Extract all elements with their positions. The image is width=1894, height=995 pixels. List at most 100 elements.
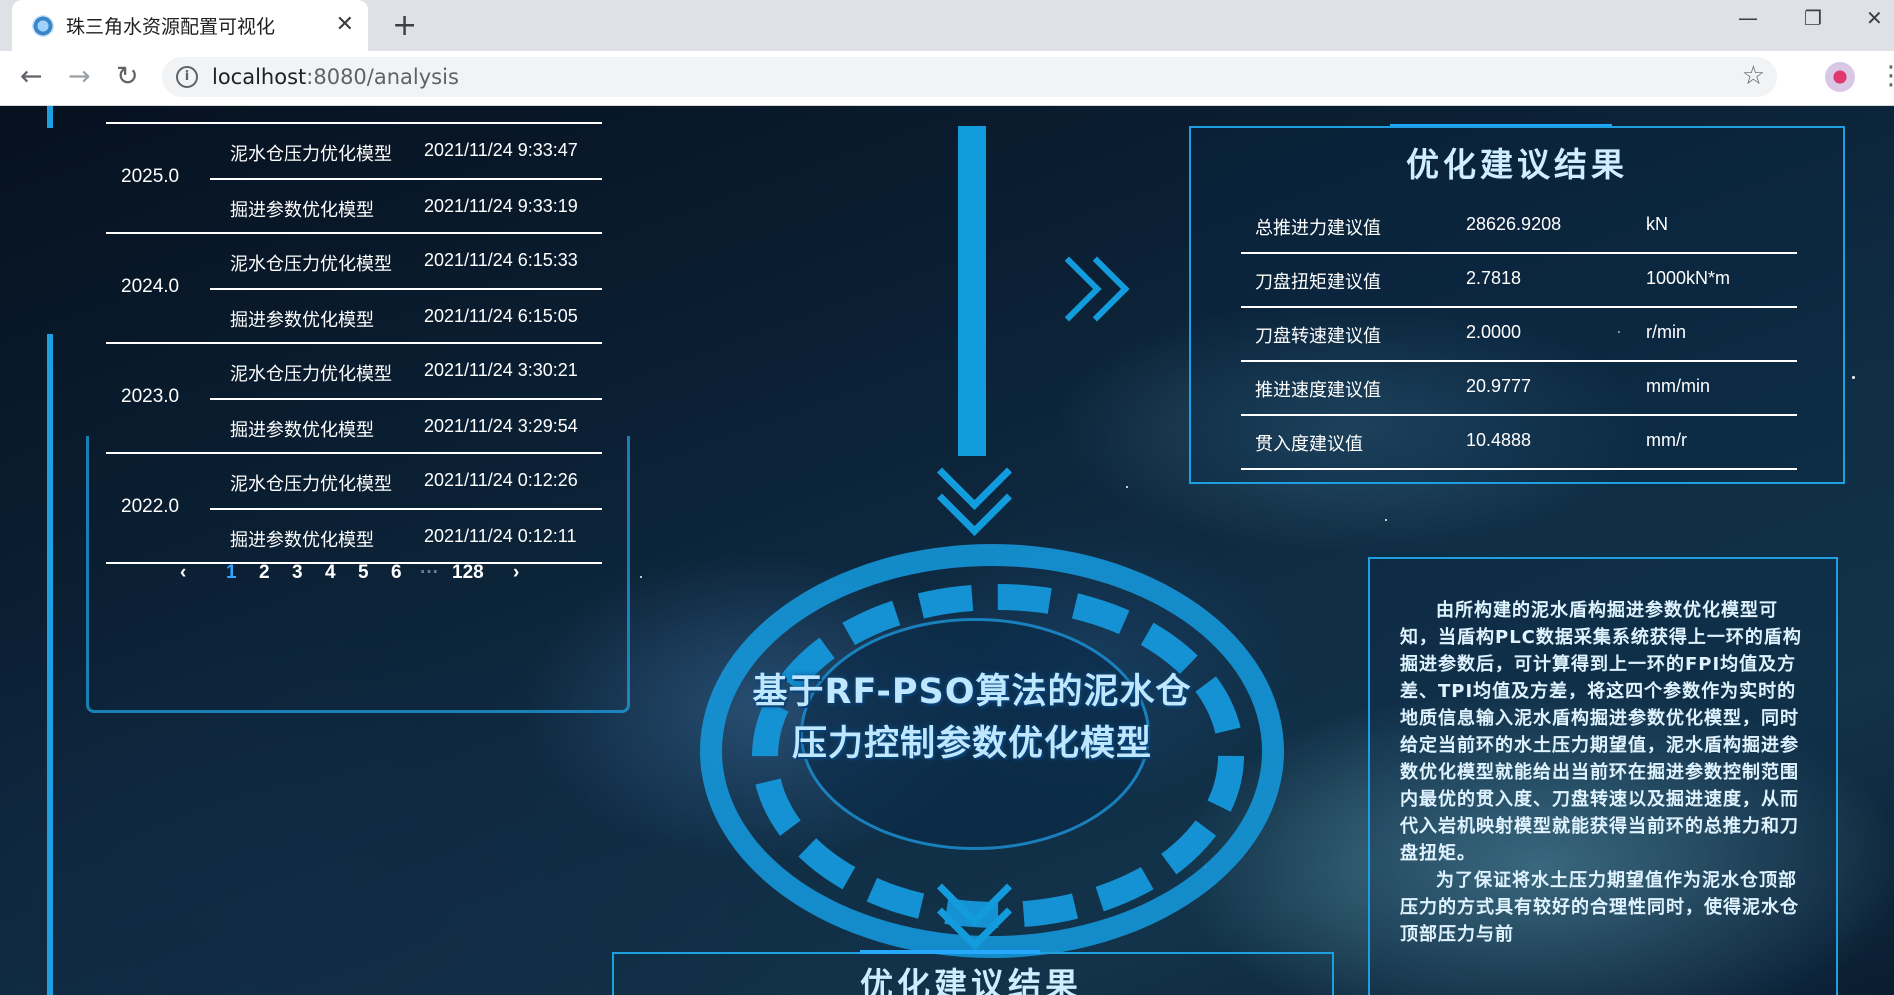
model-title: 基于RF-PSO算法的泥水仓 压力控制参数优化模型 — [662, 666, 1282, 770]
model-title-line1: 基于RF-PSO算法的泥水仓 — [752, 672, 1192, 712]
description-text: 由所构建的泥水盾构掘进参数优化模型可知，当盾构PLC数据采集系统获得上一环的盾构… — [1400, 597, 1810, 948]
result-name: 贯入度建议值 — [1255, 434, 1363, 454]
tab-close-icon[interactable]: ✕ — [336, 12, 354, 37]
result-value: 10.4888 — [1466, 430, 1532, 450]
result-name: 推进速度建议值 — [1255, 380, 1381, 400]
result-value: 2.0000 — [1466, 322, 1522, 342]
history-time: 2021/11/24 0:12:11 — [424, 526, 577, 546]
flow-bar-decoration — [958, 126, 986, 456]
star-decoration — [1852, 376, 1855, 379]
history-row[interactable]: 泥水仓压力优化模型 2021/11/24 3:30:21 — [210, 344, 602, 397]
history-model-name: 掘进参数优化模型 — [230, 530, 374, 550]
browser-tab[interactable]: 珠三角水资源配置可视化 ✕ — [12, 0, 368, 51]
history-year: 2024.0 — [121, 276, 180, 297]
history-row[interactable]: 泥水仓压力优化模型 2021/11/24 9:33:47 — [210, 124, 602, 177]
result-unit: mm/min — [1646, 376, 1710, 396]
history-time: 2021/11/24 6:15:05 — [424, 306, 578, 326]
browser-toolbar: ← → ↻ i localhost:8080/analysis ☆ ⋮ — [0, 51, 1894, 106]
history-row[interactable]: 掘进参数优化模型 2021/11/24 0:12:11 — [210, 508, 602, 563]
page-button[interactable]: 6 — [391, 562, 402, 584]
url-host: localhost — [212, 65, 307, 89]
star-decoration — [1126, 486, 1128, 488]
history-model-name: 掘进参数优化模型 — [230, 310, 374, 330]
optimization-result-panel: 优化建议结果 总推进力建议值 28626.9208 kN 刀盘扭矩建议值 2.7… — [1189, 126, 1845, 484]
history-model-name: 掘进参数优化模型 — [230, 200, 374, 220]
page-button[interactable]: 4 — [325, 562, 336, 584]
history-time: 2021/11/24 3:29:54 — [424, 416, 578, 436]
history-model-name: 泥水仓压力优化模型 — [230, 474, 392, 494]
url-path: :8080/analysis — [306, 65, 459, 89]
history-row[interactable]: 泥水仓压力优化模型 2021/11/24 6:15:33 — [210, 234, 602, 287]
page-button[interactable]: 1 — [226, 562, 237, 584]
result-name: 刀盘转速建议值 — [1255, 326, 1381, 346]
history-year: 2025.0 — [121, 166, 180, 187]
profile-avatar-icon[interactable] — [1825, 62, 1855, 92]
result-value: 20.9777 — [1466, 376, 1532, 396]
site-favicon-icon — [32, 14, 54, 37]
forward-icon[interactable]: → — [68, 61, 91, 92]
description-paragraph: 由所构建的泥水盾构掘进参数优化模型可知，当盾构PLC数据采集系统获得上一环的盾构… — [1400, 600, 1802, 864]
page-button[interactable]: 5 — [358, 562, 369, 584]
history-group: 2023.0 泥水仓压力优化模型 2021/11/24 3:30:21 掘进参数… — [106, 342, 602, 452]
result-value: 2.7818 — [1466, 268, 1522, 288]
result-unit: r/min — [1646, 322, 1686, 342]
result-table: 总推进力建议值 28626.9208 kN 刀盘扭矩建议值 2.7818 100… — [1241, 200, 1797, 470]
bookmark-star-icon[interactable]: ☆ — [1742, 61, 1765, 91]
history-row[interactable]: 掘进参数优化模型 2021/11/24 9:33:19 — [210, 178, 602, 233]
description-paragraph: 为了保证将水土压力期望值作为泥水仓顶部压力的方式具有较好的合理性同时，使得泥水仓… — [1400, 870, 1799, 945]
browser-tab-strip: 珠三角水资源配置可视化 ✕ + — ❐ ✕ — [0, 0, 1894, 51]
history-time: 2021/11/24 3:30:21 — [424, 360, 578, 380]
url-text[interactable]: localhost:8080/analysis — [212, 65, 459, 89]
model-history-table: 2025.0 泥水仓压力优化模型 2021/11/24 9:33:47 掘进参数… — [106, 122, 602, 564]
result-row: 贯入度建议值 10.4888 mm/r — [1241, 416, 1797, 470]
result-name: 总推进力建议值 — [1255, 218, 1381, 238]
history-model-name: 泥水仓压力优化模型 — [230, 254, 392, 274]
history-model-name: 泥水仓压力优化模型 — [230, 144, 392, 164]
result-name: 刀盘扭矩建议值 — [1255, 272, 1381, 292]
maximize-icon[interactable]: ❐ — [1804, 6, 1822, 30]
next-page-icon[interactable]: › — [513, 562, 519, 584]
history-year: 2022.0 — [121, 496, 180, 517]
history-time: 2021/11/24 9:33:47 — [424, 140, 578, 160]
panel-accent-decoration — [860, 950, 1040, 954]
page-button[interactable]: 3 — [292, 562, 303, 584]
site-info-icon[interactable]: i — [176, 66, 198, 88]
page-button[interactable]: 2 — [259, 562, 270, 584]
history-row[interactable]: 掘进参数优化模型 2021/11/24 6:15:05 — [210, 288, 602, 343]
result-unit: kN — [1646, 214, 1668, 234]
analysis-page: 2025.0 泥水仓压力优化模型 2021/11/24 9:33:47 掘进参数… — [0, 106, 1894, 995]
model-title-line2: 压力控制参数优化模型 — [791, 724, 1152, 764]
back-icon[interactable]: ← — [20, 61, 43, 92]
new-tab-icon[interactable]: + — [392, 8, 417, 43]
description-panel: 由所构建的泥水盾构掘进参数优化模型可知，当盾构PLC数据采集系统获得上一环的盾构… — [1368, 557, 1838, 995]
history-row[interactable]: 泥水仓压力优化模型 2021/11/24 0:12:26 — [210, 454, 602, 507]
left-rail-decoration — [47, 334, 53, 995]
history-model-name: 掘进参数优化模型 — [230, 420, 374, 440]
page-ellipsis[interactable]: ··· — [420, 562, 439, 584]
star-decoration — [1385, 519, 1387, 521]
result-unit: mm/r — [1646, 430, 1687, 450]
history-time: 2021/11/24 6:15:33 — [424, 250, 578, 270]
bottom-result-title: 优化建议结果 — [860, 965, 1082, 995]
result-row: 总推进力建议值 28626.9208 kN — [1241, 200, 1797, 254]
history-group: 2022.0 泥水仓压力优化模型 2021/11/24 0:12:26 掘进参数… — [106, 452, 602, 562]
result-row: 刀盘转速建议值 2.0000 r/min — [1241, 308, 1797, 362]
history-year: 2023.0 — [121, 386, 180, 407]
history-row[interactable]: 掘进参数优化模型 2021/11/24 3:29:54 — [210, 398, 602, 453]
history-group: 2025.0 泥水仓压力优化模型 2021/11/24 9:33:47 掘进参数… — [106, 122, 602, 232]
window-close-icon[interactable]: ✕ — [1866, 6, 1883, 30]
history-model-name: 泥水仓压力优化模型 — [230, 364, 392, 384]
address-bar[interactable]: i localhost:8080/analysis ☆ — [162, 57, 1777, 97]
prev-page-icon[interactable]: ‹ — [180, 562, 186, 584]
star-decoration — [640, 576, 642, 578]
browser-menu-icon[interactable]: ⋮ — [1878, 61, 1894, 91]
left-rail-decoration — [47, 106, 53, 128]
result-title: 优化建议结果 — [1406, 145, 1628, 184]
minimize-icon[interactable]: — — [1738, 6, 1758, 30]
reload-icon[interactable]: ↻ — [116, 61, 139, 92]
history-group: 2024.0 泥水仓压力优化模型 2021/11/24 6:15:33 掘进参数… — [106, 232, 602, 342]
history-time: 2021/11/24 0:12:26 — [424, 470, 578, 490]
page-button[interactable]: 128 — [452, 562, 484, 584]
result-row: 推进速度建议值 20.9777 mm/min — [1241, 362, 1797, 416]
result-value: 28626.9208 — [1466, 214, 1562, 234]
